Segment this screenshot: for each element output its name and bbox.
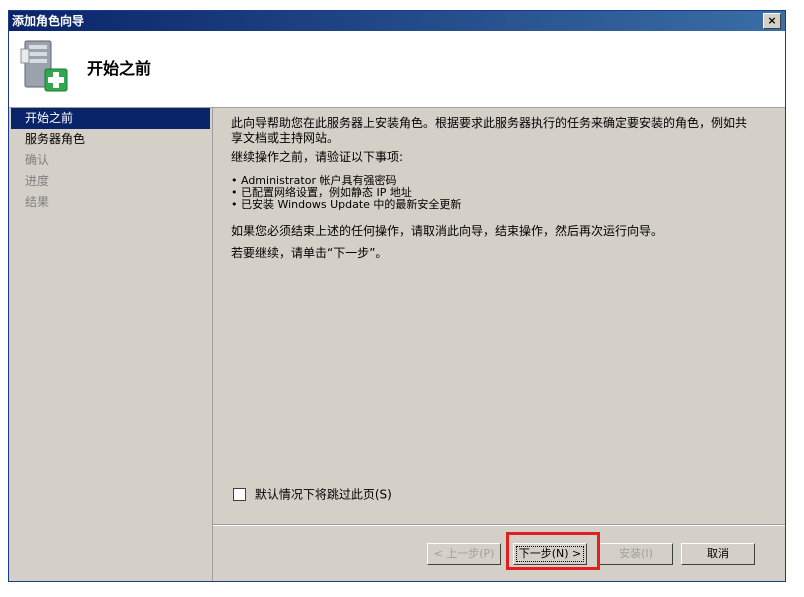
close-button[interactable]: × (763, 13, 781, 29)
cancel-note: 如果您必须结束上述的任何操作，请取消此向导，结束操作，然后再次运行向导。 (231, 224, 664, 238)
verify-heading: 继续操作之前，请验证以下事项: (231, 150, 404, 164)
intro-text: 此向导帮助您在此服务器上安装角色。根据要求此服务器执行的任务来确定要安装的角色，… (231, 116, 748, 145)
button-divider (213, 524, 785, 526)
window-titlebar[interactable]: 添加角色向导 × (9, 11, 785, 31)
step-before-you-begin[interactable]: 开始之前 (11, 108, 210, 129)
skip-page-label[interactable]: 默认情况下将跳过此页(S) (255, 488, 392, 502)
skip-page-checkbox[interactable] (233, 488, 246, 501)
step-results: 结果 (25, 195, 50, 209)
prerequisite-list: • Administrator 帐户具有强密码 • 已配置网络设置，例如静态 I… (231, 175, 461, 211)
prerequisite-item: • 已安装 Windows Update 中的最新安全更新 (231, 198, 462, 211)
back-button: < 上一步(P) (427, 543, 501, 565)
wizard-step-list: 开始之前 服务器角色 确认 进度 结果 (9, 108, 213, 581)
wizard-header: 开始之前 (9, 31, 785, 108)
add-roles-wizard-window: 添加角色向导 × 开始之前 开始之前 服务器角色 确认 进度 结果 此向导帮助您… (8, 10, 786, 582)
continue-note: 若要继续，请单击“下一步”。 (231, 246, 388, 260)
step-confirmation: 确认 (25, 153, 50, 167)
next-button-highlight-box (506, 532, 600, 570)
skip-page-option[interactable]: 默认情况下将跳过此页(S) (233, 485, 392, 503)
page-title: 开始之前 (87, 59, 152, 78)
step-progress: 进度 (25, 174, 50, 188)
server-add-icon (20, 40, 68, 92)
install-button: 安装(I) (599, 543, 673, 565)
step-server-roles[interactable]: 服务器角色 (11, 129, 210, 150)
wizard-content: 此向导帮助您在此服务器上安装角色。根据要求此服务器执行的任务来确定要安装的角色，… (231, 108, 769, 488)
window-title: 添加角色向导 (12, 14, 85, 28)
cancel-button[interactable]: 取消 (681, 543, 755, 565)
